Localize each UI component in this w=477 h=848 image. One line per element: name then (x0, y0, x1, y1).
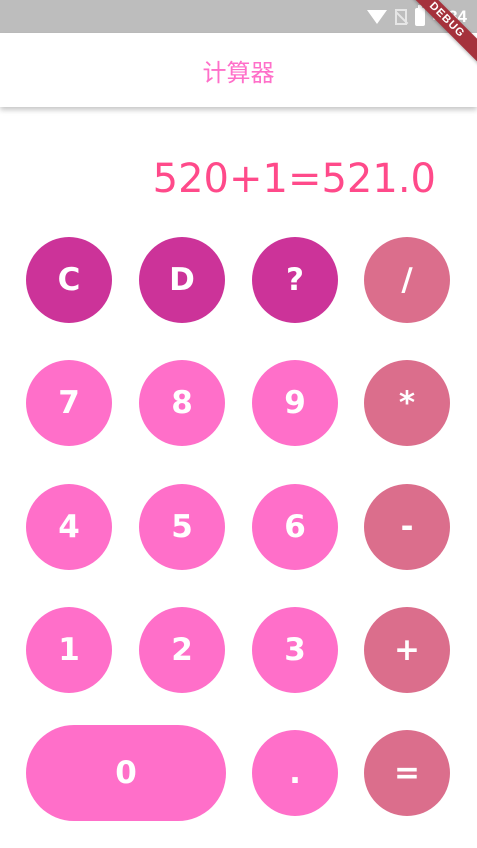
battery-charging-icon (414, 5, 425, 26)
clear-button[interactable]: C (26, 237, 112, 323)
add-button[interactable]: + (364, 607, 450, 693)
digit-1-button[interactable]: 1 (26, 607, 112, 693)
app-bar: 计算器 (0, 33, 477, 107)
digit-3-button[interactable]: 3 (252, 607, 338, 693)
page-title: 计算器 (202, 58, 275, 87)
no-sim-icon (394, 9, 407, 25)
digit-0-button[interactable]: 0 (26, 725, 226, 821)
digit-8-button[interactable]: 8 (139, 360, 225, 446)
delete-button[interactable]: D (139, 237, 225, 323)
question-button[interactable]: ? (252, 237, 338, 323)
digit-9-button[interactable]: 9 (252, 360, 338, 446)
subtract-button[interactable]: - (364, 484, 450, 570)
wifi-icon (366, 10, 387, 24)
digit-2-button[interactable]: 2 (139, 607, 225, 693)
calculator-display: 520+1=521.0 (152, 156, 436, 202)
decimal-button[interactable]: . (252, 730, 338, 816)
divide-button[interactable]: / (364, 237, 450, 323)
status-bar: 4:34 DEBUG (0, 0, 477, 69)
digit-6-button[interactable]: 6 (252, 484, 338, 570)
equals-button[interactable]: = (364, 730, 450, 816)
multiply-button[interactable]: * (364, 360, 450, 446)
digit-7-button[interactable]: 7 (26, 360, 112, 446)
digit-5-button[interactable]: 5 (139, 484, 225, 570)
digit-4-button[interactable]: 4 (26, 484, 112, 570)
